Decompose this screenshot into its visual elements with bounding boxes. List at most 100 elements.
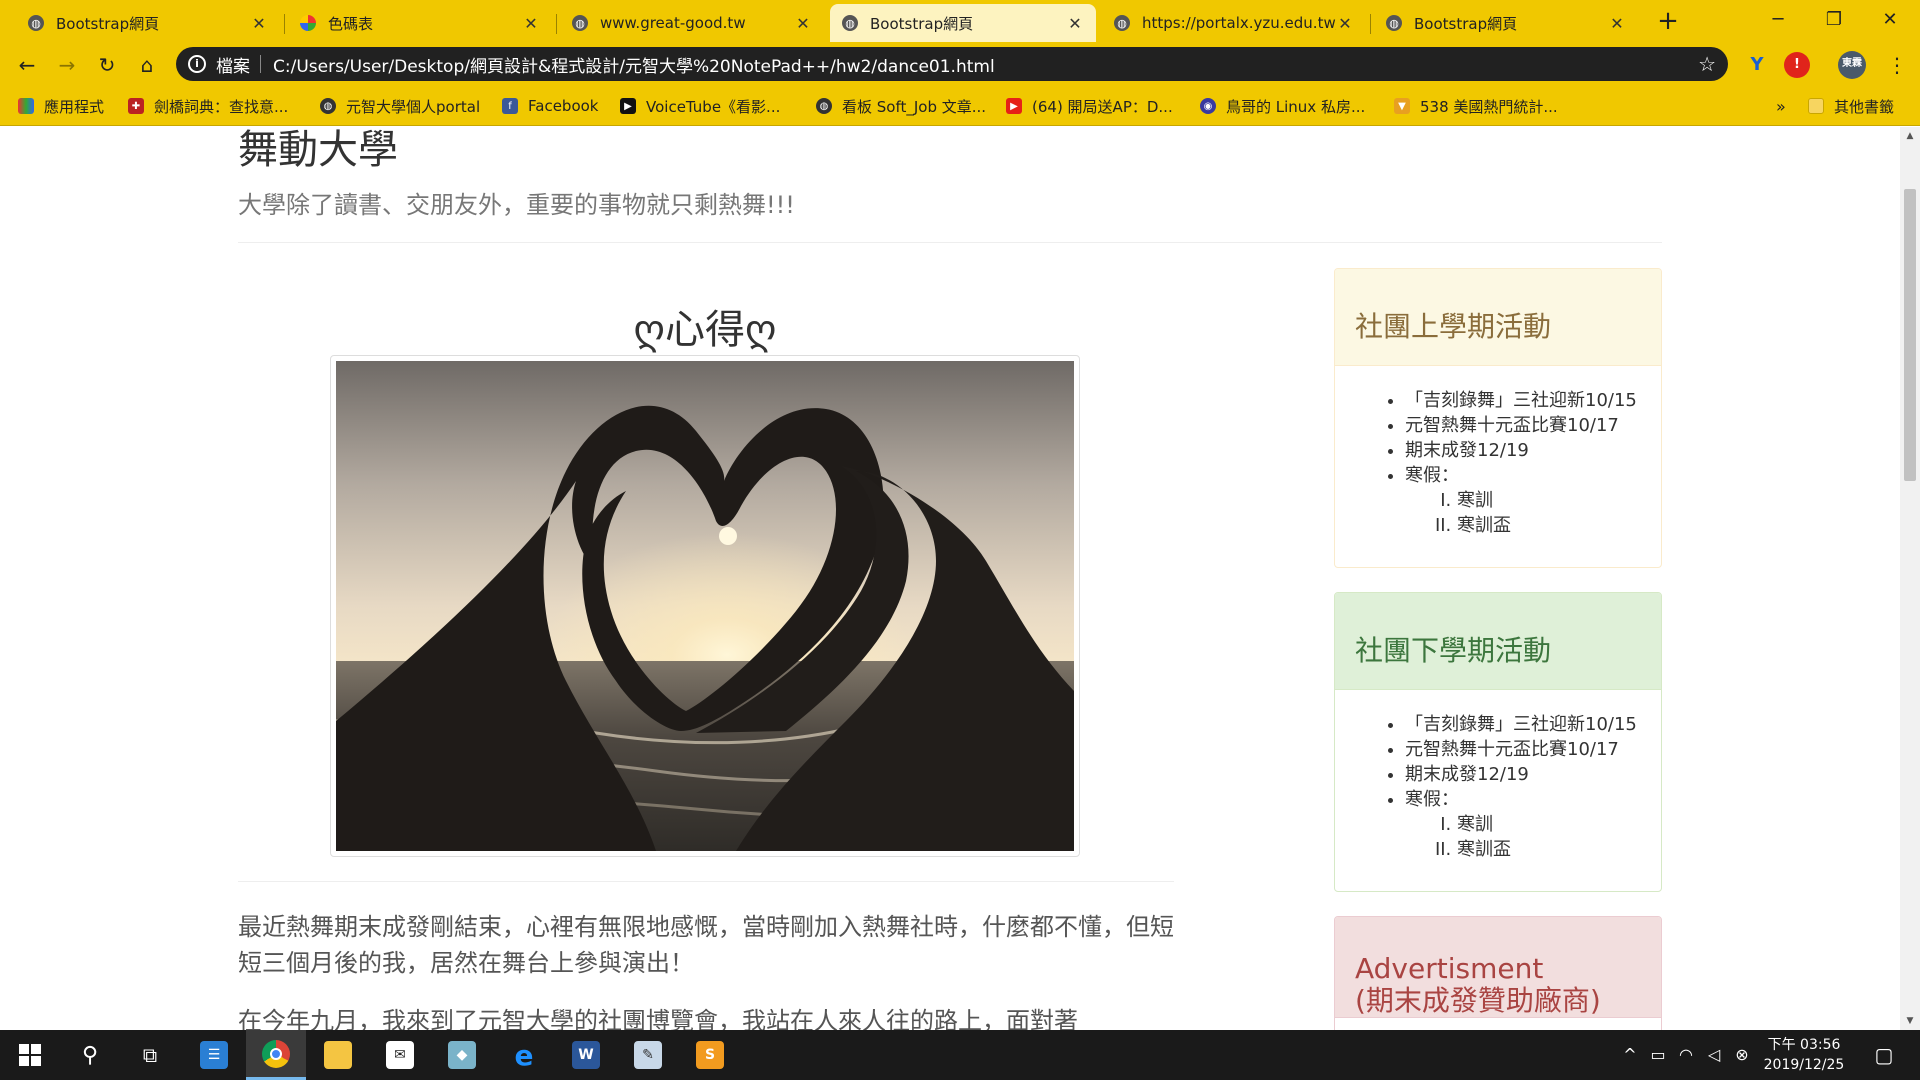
close-icon[interactable]: ✕ [522, 14, 540, 33]
windows-taskbar: ⚲ ⧉ ☰ ✉ ◆ e W ✎ S ^ ▭ ◠ ◁ ⊗ 下午 03:56 201… [0, 1030, 1920, 1080]
list-item: 元智熱舞十元盃比賽10/17 [1405, 413, 1641, 438]
url-text[interactable]: C:/Users/User/Desktop/網頁設計&程式設計/元智大學%20N… [273, 52, 1698, 77]
sub-list: 寒訓 寒訓盃 [1457, 812, 1641, 862]
taskbar-mail[interactable]: ✉ [370, 1030, 430, 1080]
tab-great-good[interactable]: ◍ www.great-good.tw ✕ [560, 4, 824, 42]
tab-bootstrap-3[interactable]: ◍ Bootstrap網頁 ✕ [1374, 4, 1638, 42]
bookmark-other[interactable]: 其他書籤 [1808, 94, 1894, 118]
taskbar-sublime[interactable]: S [680, 1030, 740, 1080]
bookmark-youtube[interactable]: ▶ (64) 開局送AP：D... [1006, 94, 1173, 118]
close-icon[interactable]: ✕ [1066, 14, 1084, 33]
scheme-label: 檔案 [216, 56, 250, 77]
address-bar[interactable]: i 檔案 C:/Users/User/Desktop/網頁設計&程式設計/元智大… [176, 47, 1728, 81]
list-item: 期末成發12/19 [1405, 762, 1641, 787]
wifi-icon[interactable]: ◠ [1672, 1030, 1700, 1080]
mail-icon: ✉ [386, 1041, 414, 1069]
start-button[interactable] [0, 1030, 60, 1080]
tab-title: Bootstrap網頁 [1414, 14, 1518, 33]
close-icon[interactable]: ✕ [1608, 14, 1626, 33]
windows-logo-icon [19, 1044, 41, 1066]
bookmark-star-icon[interactable]: ☆ [1698, 52, 1716, 76]
facebook-icon: f [502, 98, 518, 114]
taskbar-file-explorer[interactable] [308, 1030, 368, 1080]
search-button[interactable]: ⚲ [60, 1030, 120, 1080]
close-window-button[interactable]: ✕ [1862, 0, 1918, 40]
task-view-button[interactable]: ⧉ [120, 1030, 180, 1080]
bookmark-label: 應用程式 [44, 97, 105, 116]
home-button[interactable]: ⌂ [132, 50, 162, 80]
close-icon[interactable]: ✕ [250, 14, 268, 33]
panel-body: 「吉刻錄舞」三社迎新10/15 元智熱舞十元盃比賽10/17 期末成發12/19… [1335, 366, 1661, 538]
site-info-icon[interactable]: i [188, 55, 206, 73]
panel-advertisement: Advertisment (期末成發贊助廠商) [1334, 916, 1662, 1030]
page-viewport: 舞動大學 大學除了讀書、交朋友外，重要的事物就只剩熱舞!!! ღ心得ღ 最近熱舞… [0, 127, 1900, 1030]
divider [238, 881, 1174, 882]
restore-button[interactable]: ❐ [1806, 0, 1862, 40]
taskbar-word[interactable]: W [556, 1030, 616, 1080]
reload-button[interactable]: ↻ [92, 50, 122, 80]
clock-date: 2019/12/25 [1763, 1057, 1845, 1073]
page-scrollbar[interactable]: ▲ ▼ [1900, 127, 1920, 1030]
close-icon[interactable]: ✕ [794, 14, 812, 33]
bookmark-yzu-portal[interactable]: ◍ 元智大學個人portal [320, 94, 480, 118]
tab-title: 色碼表 [328, 14, 374, 33]
taskbar-app[interactable]: ◆ [432, 1030, 492, 1080]
scroll-up-arrow[interactable]: ▲ [1900, 127, 1920, 145]
list-item: 寒假： 寒訓 寒訓盃 [1405, 787, 1641, 862]
tab-color-table[interactable]: 色碼表 ✕ [288, 4, 552, 42]
taskbar-contacts[interactable]: ☰ [184, 1030, 244, 1080]
section-heading: ღ心得ღ [633, 307, 777, 353]
system-clock[interactable]: 下午 03:56 2019/12/25 [1762, 1035, 1846, 1075]
bookmark-ptt-softjob[interactable]: ◍ 看板 Soft_Job 文章... [816, 94, 986, 118]
globe-icon: ◍ [572, 15, 588, 31]
adblock-icon[interactable]: ! [1784, 52, 1810, 78]
bookmark-label: Facebook [528, 97, 599, 115]
tab-title: Bootstrap網頁 [870, 14, 974, 33]
panel-title: 社團下學期活動 [1335, 593, 1661, 690]
profile-avatar[interactable]: 東霖 [1838, 51, 1866, 79]
action-center-icon[interactable]: ▢ [1864, 1030, 1904, 1080]
back-button[interactable]: ← [12, 50, 42, 80]
tab-strip: ◍ Bootstrap網頁 ✕ 色碼表 ✕ ◍ www.great-good.t… [0, 0, 1920, 42]
bookmark-apps[interactable]: 應用程式 [18, 94, 104, 118]
tray-chevron-icon[interactable]: ^ [1616, 1030, 1644, 1080]
forward-button[interactable]: → [52, 50, 82, 80]
menu-kebab-icon[interactable]: ⋮ [1882, 50, 1912, 80]
panel-title: 社團上學期活動 [1335, 269, 1661, 366]
battery-icon[interactable]: ▭ [1644, 1030, 1672, 1080]
tab-portalx[interactable]: ◍ https://portalx.yzu.edu.tw/ ✕ [1102, 4, 1366, 42]
fivethirtyeight-icon: ▼ [1394, 98, 1410, 114]
tab-bootstrap-1[interactable]: ◍ Bootstrap網頁 ✕ [16, 4, 280, 42]
folder-icon [324, 1041, 352, 1069]
tab-bootstrap-active[interactable]: ◍ Bootstrap網頁 ✕ [830, 4, 1096, 42]
bookmark-facebook[interactable]: f Facebook [502, 94, 598, 118]
list-item: 「吉刻錄舞」三社迎新10/15 [1405, 712, 1641, 737]
sunset-heart-image [336, 361, 1074, 851]
bookmarks-overflow-button[interactable]: » [1776, 94, 1786, 118]
notification-x-icon[interactable]: ⊗ [1728, 1030, 1756, 1080]
list-item: 期末成發12/19 [1405, 438, 1641, 463]
linux-bird-icon: ◉ [1200, 98, 1216, 114]
minimize-button[interactable]: ─ [1750, 0, 1806, 40]
sublime-text-icon: S [696, 1041, 724, 1069]
activity-list: 「吉刻錄舞」三社迎新10/15 元智熱舞十元盃比賽10/17 期末成發12/19… [1405, 388, 1641, 538]
bookmark-cambridge[interactable]: ✚ 劍橋詞典：查找意... [128, 94, 288, 118]
volume-muted-icon[interactable]: ◁ [1700, 1030, 1728, 1080]
new-tab-button[interactable]: + [1652, 6, 1684, 38]
bookmark-voicetube[interactable]: ▶ VoiceTube《看影... [620, 94, 780, 118]
divider [238, 242, 1662, 243]
word-icon: W [572, 1041, 600, 1069]
list-item-label: 寒假： [1405, 465, 1459, 486]
scroll-down-arrow[interactable]: ▼ [1900, 1012, 1920, 1030]
tab-title: www.great-good.tw [600, 14, 746, 32]
ad-title: Advertisment [1355, 952, 1544, 985]
taskbar-paint[interactable]: ✎ [618, 1030, 678, 1080]
bookmark-538[interactable]: ▼ 538 美國熱門統計... [1394, 94, 1558, 118]
taskbar-chrome[interactable] [246, 1030, 306, 1080]
bookmark-linux-bird[interactable]: ◉ 鳥哥的 Linux 私房... [1200, 94, 1365, 118]
bookmark-label: 鳥哥的 Linux 私房... [1226, 97, 1366, 116]
scrollbar-thumb[interactable] [1904, 189, 1916, 481]
extension-v-icon[interactable]: Y [1744, 52, 1770, 78]
taskbar-edge[interactable]: e [494, 1030, 554, 1080]
close-icon[interactable]: ✕ [1336, 14, 1354, 33]
